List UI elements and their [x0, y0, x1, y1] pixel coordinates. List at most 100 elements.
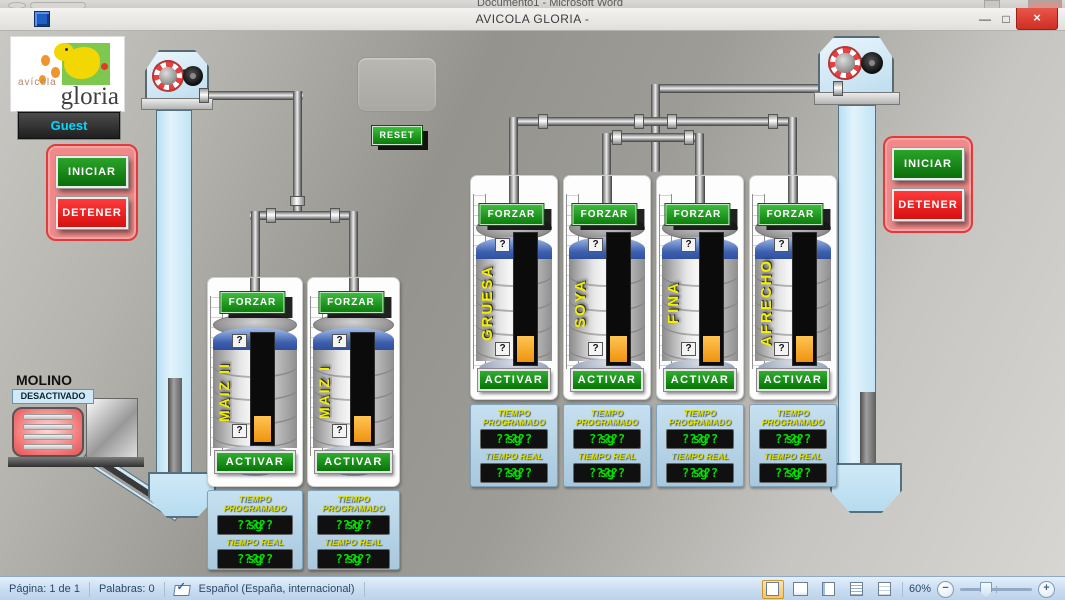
right-elevator-wheel-icon: [861, 52, 883, 74]
iniciar-button-left[interactable]: INICIAR: [56, 156, 128, 188]
word-count[interactable]: Palabras: 0: [99, 583, 155, 595]
silo-card: FORZAR ? ? SOYA ACTIVAR: [563, 175, 651, 400]
fullscreen-reading-view-button[interactable]: [790, 580, 812, 599]
silo-level-gauge: [699, 232, 724, 366]
activar-button[interactable]: ACTIVAR: [315, 451, 392, 473]
proofing-status-icon[interactable]: ✓: [174, 583, 190, 595]
tiempo-real-display: ?????sg: [573, 463, 641, 483]
silo-level-gauge: [250, 332, 275, 446]
tiempo-real-label: TIEMPO REAL: [471, 452, 557, 461]
molino-motor: [12, 407, 84, 457]
logo-dot: [41, 55, 50, 66]
zoom-slider-track[interactable]: [960, 588, 1032, 591]
reset-button[interactable]: RESET: [372, 126, 422, 145]
outline-view-button[interactable]: [846, 580, 868, 599]
level-top-value: ?: [588, 238, 603, 252]
minimize-button[interactable]: —: [976, 12, 994, 28]
pipe-flange: [290, 196, 305, 206]
logo-text-small: avícola: [18, 77, 57, 88]
forzar-button[interactable]: FORZAR: [572, 204, 636, 225]
company-logo: avícola gloria: [10, 36, 125, 112]
pipe: [509, 117, 518, 175]
detener-button-right[interactable]: DETENER: [892, 189, 964, 221]
right-elevator-inner-pipe: [860, 392, 876, 470]
indicator-placeholder-box: [357, 57, 437, 112]
pipe: [788, 117, 797, 175]
tiempo-programado-label: TIEMPO PROGRAMADO: [750, 409, 836, 427]
pipe: [651, 84, 660, 172]
tiempo-real-display: ?????sg: [317, 549, 390, 569]
zoom-level[interactable]: 60%: [909, 583, 931, 595]
level-bottom-value: ?: [681, 342, 696, 356]
pipe-flange: [684, 130, 694, 145]
activar-button[interactable]: ACTIVAR: [478, 369, 550, 391]
close-button[interactable]: ×: [1016, 8, 1058, 30]
logo-text-large: gloria: [61, 83, 119, 111]
timer-panel: TIEMPO PROGRAMADO ?????sg TIEMPO REAL ??…: [470, 404, 558, 487]
left-control-panel: INICIAR DETENER: [46, 144, 138, 241]
iniciar-button-right[interactable]: INICIAR: [892, 148, 964, 180]
pipe: [602, 133, 611, 175]
silo-name-label: FINA: [665, 240, 682, 366]
tiempo-programado-label: TIEMPO PROGRAMADO: [657, 409, 743, 427]
activar-button[interactable]: ACTIVAR: [215, 451, 295, 473]
silo-level-gauge: [606, 232, 631, 366]
silo-name-label: MAIZ II: [216, 338, 232, 446]
language-indicator[interactable]: Español (España, internacional): [199, 583, 355, 595]
forzar-button[interactable]: FORZAR: [665, 204, 729, 225]
level-bottom-value: ?: [332, 424, 347, 438]
pipe: [200, 91, 303, 100]
pipe: [251, 211, 260, 277]
silo-level-gauge: [513, 232, 538, 366]
molino-title: MOLINO: [16, 372, 72, 388]
silo-name-label: SOYA: [572, 240, 589, 366]
screen: Documento1 - Microsoft Word AVICOLA GLOR…: [0, 0, 1065, 600]
silo-level-fill: [517, 336, 534, 362]
silo-level-fill: [796, 336, 813, 362]
tiempo-programado-label: TIEMPO PROGRAMADO: [308, 495, 399, 513]
maximize-button[interactable]: □: [998, 12, 1014, 28]
tiempo-real-label: TIEMPO REAL: [750, 452, 836, 461]
level-top-value: ?: [774, 238, 789, 252]
print-layout-view-button[interactable]: [762, 580, 784, 599]
zoom-slider-thumb[interactable]: [980, 582, 992, 598]
silo-level-fill: [610, 336, 627, 362]
molino-status-badge: DESACTIVADO: [12, 389, 94, 404]
left-elevator-motor-icon: [152, 60, 184, 92]
silo-level-fill: [254, 416, 271, 442]
activar-button[interactable]: ACTIVAR: [757, 369, 829, 391]
level-bottom-value: ?: [588, 342, 603, 356]
tiempo-programado-display: ?????sg: [759, 429, 827, 449]
silo-card: FORZAR ? ? MAIZ II ACTIVAR: [207, 277, 303, 487]
timer-panel: TIEMPO PROGRAMADO ?????sg TIEMPO REAL ??…: [749, 404, 837, 487]
forzar-button[interactable]: FORZAR: [758, 204, 822, 225]
silo-card: FORZAR ? ? FINA ACTIVAR: [656, 175, 744, 400]
pipe-flange: [266, 208, 276, 223]
activar-button[interactable]: ACTIVAR: [571, 369, 643, 391]
forzar-button[interactable]: FORZAR: [319, 292, 383, 313]
tiempo-real-label: TIEMPO REAL: [657, 452, 743, 461]
detener-button-left[interactable]: DETENER: [56, 197, 128, 229]
timer-panel: TIEMPO PROGRAMADO ?????sg TIEMPO REAL ??…: [563, 404, 651, 487]
zoom-out-button[interactable]: −: [937, 581, 954, 598]
level-top-value: ?: [681, 238, 696, 252]
forzar-button[interactable]: FORZAR: [220, 292, 284, 313]
silo-card: FORZAR ? ? GRUESA ACTIVAR: [470, 175, 558, 400]
forzar-button[interactable]: FORZAR: [479, 204, 543, 225]
statusbar-left: Página: 1 de 1 Palabras: 0 ✓ Español (Es…: [0, 582, 365, 597]
page-indicator[interactable]: Página: 1 de 1: [9, 583, 80, 595]
zoom-in-button[interactable]: +: [1038, 581, 1055, 598]
level-bottom-value: ?: [495, 342, 510, 356]
tiempo-programado-label: TIEMPO PROGRAMADO: [208, 495, 302, 513]
titlebar: AVICOLA GLORIA - — □ ×: [0, 8, 1065, 31]
tiempo-real-display: ?????sg: [217, 549, 293, 569]
web-layout-view-button[interactable]: [818, 580, 840, 599]
pipe-flange: [330, 208, 340, 223]
draft-view-button[interactable]: [874, 580, 896, 599]
activar-button[interactable]: ACTIVAR: [664, 369, 736, 391]
left-elevator-boot: [148, 472, 216, 518]
right-elevator-motor-icon: [828, 46, 862, 80]
right-elevator-hopper: [830, 463, 902, 513]
tiempo-real-label: TIEMPO REAL: [208, 538, 302, 547]
pipe-flange: [612, 130, 622, 145]
